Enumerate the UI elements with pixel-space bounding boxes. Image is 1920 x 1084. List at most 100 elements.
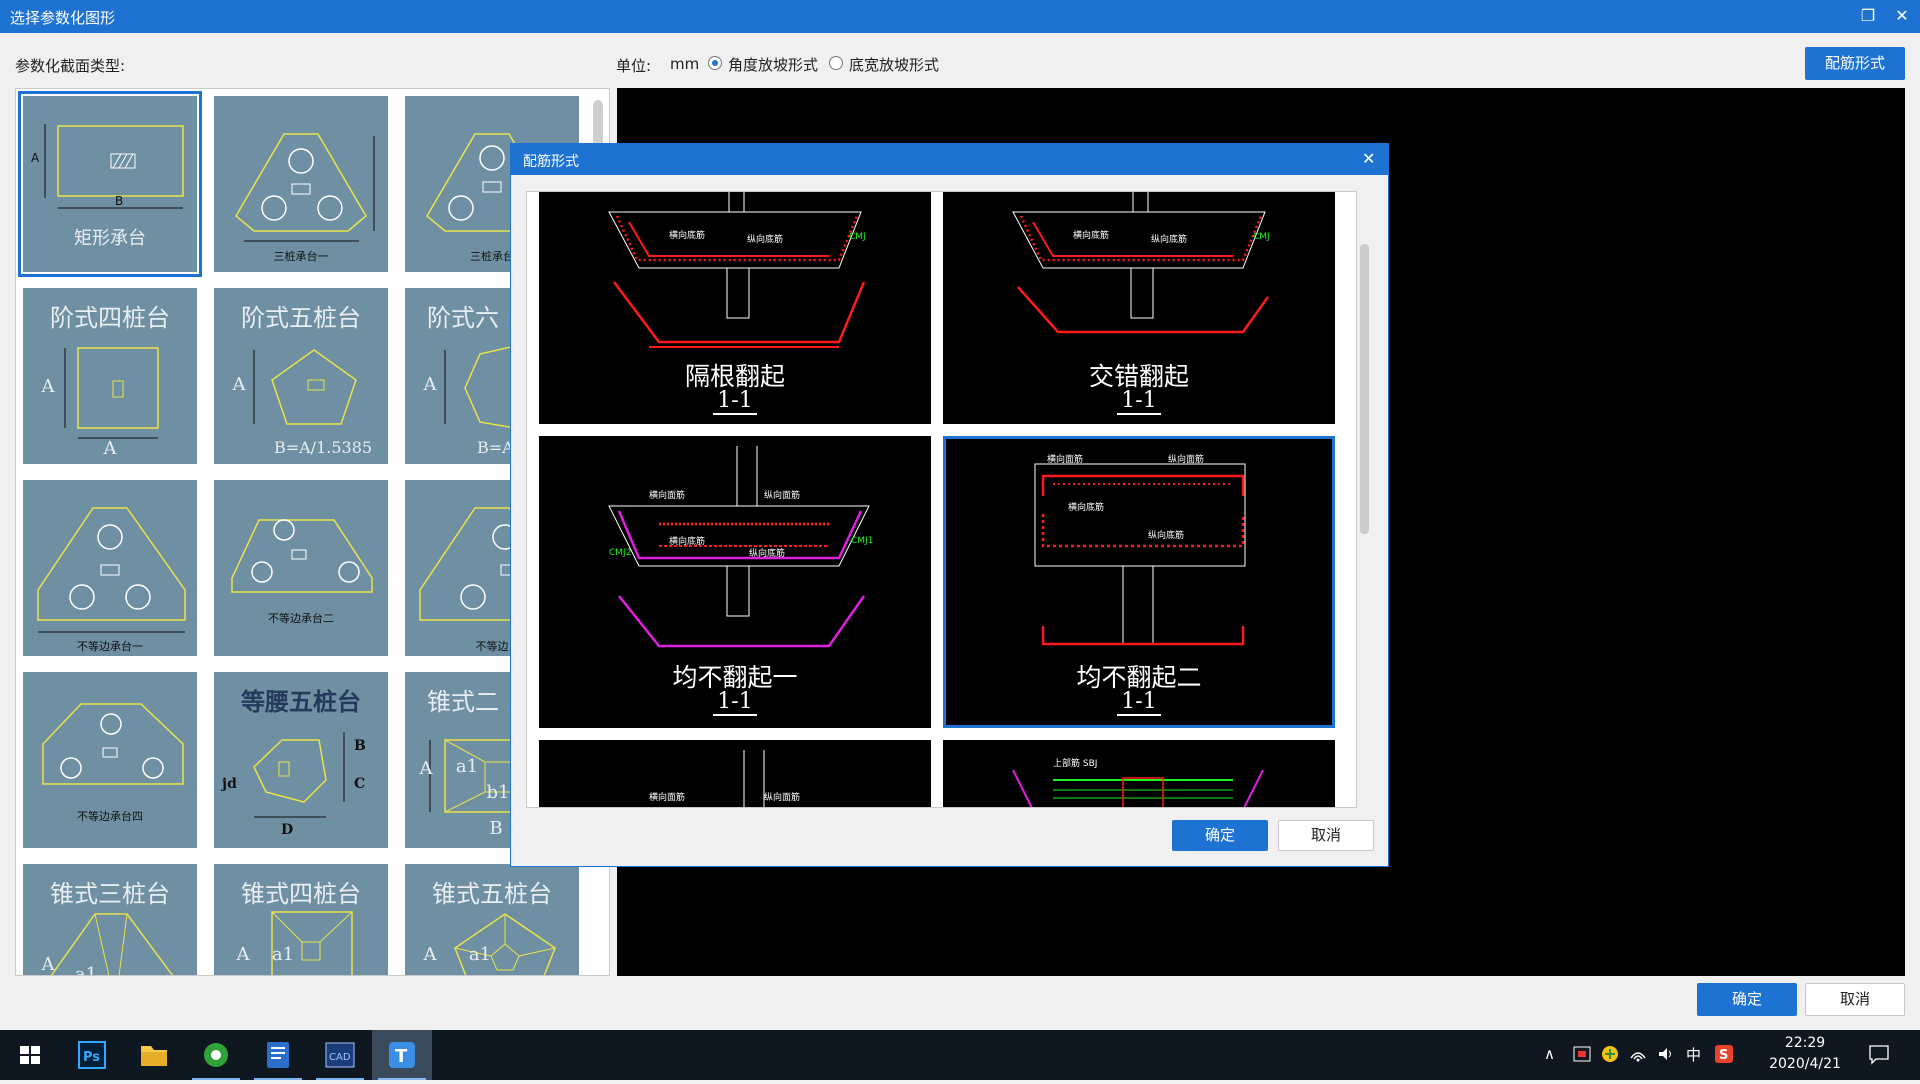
label-cmj2: CMJ2 <box>609 548 632 558</box>
tile-caption: 不等边承台二 <box>268 612 334 625</box>
label-hxdj: 横向底筋 <box>1068 503 1105 513</box>
browser-icon[interactable] <box>186 1030 246 1080</box>
dialog-cancel-button[interactable]: 取消 <box>1278 820 1374 851</box>
sogou-ime-icon[interactable]: S <box>1714 1044 1734 1068</box>
option-section: 1-1 <box>1117 388 1161 415</box>
radio-angle-slope-label[interactable]: 角度放坡形式 <box>728 54 818 75</box>
label-hxdj: 横向底筋 <box>1073 231 1110 241</box>
label-hxmj: 横向面筋 <box>649 491 686 501</box>
reinforce-form-button[interactable]: 配筋形式 <box>1805 47 1905 80</box>
reinforcement-option-list[interactable]: 横向底筋 纵向底筋 CMJ 隔根翻起 1-1 横向底筋 纵向底筋 CMJ 交错翻… <box>526 191 1357 808</box>
dim-d: D <box>281 822 294 838</box>
gallery-tile-cone-3-pile[interactable]: 锥式三桩台 A a1 <box>23 864 197 976</box>
gallery-tile-rect-cap[interactable]: A B 矩形承台 <box>18 91 202 277</box>
clock-date[interactable]: 2020/4/21 <box>1765 1056 1845 1072</box>
option-card-alternate-bent[interactable]: 横向底筋 纵向底筋 CMJ 隔根翻起 1-1 <box>539 192 931 424</box>
option-card-no-bent-1[interactable]: 横向面筋 纵向面筋 横向底筋 纵向底筋 CMJ2 CMJ1 均不翻起一 1-1 <box>539 436 931 728</box>
unit-label: 单位: <box>616 57 652 75</box>
gallery-tile-unequal-cap-2[interactable]: 不等边承台二 <box>214 480 388 656</box>
dialog-ok-button[interactable]: 确定 <box>1172 820 1268 851</box>
dim-a: A <box>41 376 55 397</box>
label-zxmj: 纵向面筋 <box>764 793 801 803</box>
photoshop-icon[interactable]: Ps <box>62 1030 122 1080</box>
section-type-label: 参数化截面类型: <box>15 57 126 75</box>
option-card-staggered-bent[interactable]: 横向底筋 纵向底筋 CMJ 交错翻起 1-1 <box>943 192 1335 424</box>
option-5-drawing <box>743 750 765 807</box>
dim-a1: a1 <box>468 944 492 965</box>
option-card-6[interactable]: 上部筋 SBJ <box>943 740 1335 807</box>
svg-text:CAD: CAD <box>329 1052 351 1063</box>
dim-c: C <box>354 776 366 792</box>
option-card-no-bent-2[interactable]: 横向面筋 纵向面筋 横向底筋 纵向底筋 均不翻起二 1-1 <box>943 436 1335 728</box>
label-cmj1: CMJ1 <box>851 536 874 546</box>
label-cmj: CMJ <box>849 232 866 242</box>
radio-angle-slope[interactable] <box>708 56 722 70</box>
wifi-icon[interactable] <box>1628 1044 1648 1068</box>
tile-caption: 不等边承台四 <box>77 810 143 823</box>
dialog-titlebar: 配筋形式 ✕ <box>511 144 1388 175</box>
file-explorer-icon[interactable] <box>124 1030 184 1080</box>
gallery-tile-step-4-pile[interactable]: 阶式四桩台 A A <box>23 288 197 464</box>
update-tray-icon[interactable] <box>1600 1044 1620 1068</box>
label-hxdj: 横向底筋 <box>669 537 706 547</box>
tile-caption: 三桩承台一 <box>273 250 329 263</box>
dialog-scrollbar[interactable] <box>1360 244 1369 534</box>
t-app-icon[interactable]: T <box>372 1030 432 1080</box>
gallery-tile-isosceles-5-pile[interactable]: 等腰五桩台 B C jd D <box>214 672 388 848</box>
gallery-tile-cone-4-pile[interactable]: 锥式四桩台 A a1 <box>214 864 388 975</box>
dim-a: A <box>423 374 437 395</box>
radio-bottom-width-slope[interactable] <box>829 56 843 70</box>
restore-icon[interactable]: ❐ <box>1854 4 1882 28</box>
cad-icon[interactable]: CAD <box>310 1030 370 1080</box>
label-hxmj: 横向面筋 <box>1047 455 1084 465</box>
unequal-cap-drawing <box>37 507 186 633</box>
volume-icon[interactable] <box>1656 1044 1676 1068</box>
gallery-tile-cone-5-pile[interactable]: 锥式五桩台 A a1 <box>405 864 579 975</box>
clock-time[interactable]: 22:29 <box>1765 1035 1845 1051</box>
windows-start-icon[interactable] <box>0 1030 60 1080</box>
tile-caption: 不等边承台一 <box>77 640 143 653</box>
radio-bottom-width-slope-label[interactable]: 底宽放坡形式 <box>849 54 939 75</box>
unequal-cap-drawing <box>231 519 373 593</box>
security-tray-icon[interactable] <box>1572 1044 1592 1068</box>
option-card-5[interactable]: 横向面筋 纵向面筋 <box>539 740 931 807</box>
three-pile-drawing <box>235 133 375 242</box>
isosceles-5-pile-drawing <box>253 732 345 818</box>
option-6-drawing <box>1012 769 1264 807</box>
notification-icon[interactable] <box>1868 1043 1890 1069</box>
svg-text:S: S <box>1719 1048 1728 1063</box>
label-zxmj: 纵向面筋 <box>1168 455 1205 465</box>
cancel-button[interactable]: 取消 <box>1805 983 1905 1016</box>
ok-button[interactable]: 确定 <box>1697 983 1797 1016</box>
label-hxdj: 横向底筋 <box>669 231 706 241</box>
dim-a1: a1 <box>271 944 295 965</box>
close-icon[interactable]: ✕ <box>1888 4 1916 28</box>
gallery-tile-unequal-cap-1[interactable]: 不等边承台一 <box>23 480 197 656</box>
dim-a1: a1 <box>74 964 98 976</box>
svg-text:T: T <box>395 1046 408 1067</box>
svg-text:Ps: Ps <box>83 1050 100 1065</box>
label-zxdj: 纵向底筋 <box>1148 531 1185 541</box>
reinforcement-dialog: 配筋形式 ✕ 横向底筋 纵向底筋 CMJ 隔根翻起 1-1 横向底筋 纵向底筋 … <box>510 143 1389 867</box>
dim-a: A <box>232 374 246 395</box>
document-app-icon[interactable] <box>248 1030 308 1080</box>
label-hxmj: 横向面筋 <box>649 793 686 803</box>
label-zxmj: 纵向面筋 <box>764 491 801 501</box>
close-icon[interactable]: ✕ <box>1362 149 1375 168</box>
dim-a: A <box>31 151 40 165</box>
gallery-tile-step-5-pile[interactable]: 阶式五桩台 A B=A/1.5385 <box>214 288 388 464</box>
gallery-tile-three-pile-1[interactable]: 三桩承台一 <box>214 96 388 272</box>
label-zxdj: 纵向底筋 <box>747 235 784 245</box>
label-zxdj: 纵向底筋 <box>749 549 786 559</box>
chevron-up-icon[interactable]: ∧ <box>1544 1045 1555 1063</box>
dim-b: B <box>115 194 124 208</box>
ime-indicator[interactable]: 中 <box>1686 1044 1701 1065</box>
gallery-tile-unequal-cap-4[interactable]: 不等边承台四 <box>23 672 197 848</box>
dim-a: A <box>103 438 117 459</box>
option-section: 1-1 <box>1117 689 1161 716</box>
window-title: 选择参数化图形 <box>10 9 116 27</box>
window-titlebar: 选择参数化图形 ❐ ✕ <box>0 0 1920 33</box>
dim-b: B <box>354 738 366 754</box>
label-zxdj: 纵向底筋 <box>1151 235 1188 245</box>
label-cmj: CMJ <box>1253 232 1270 242</box>
